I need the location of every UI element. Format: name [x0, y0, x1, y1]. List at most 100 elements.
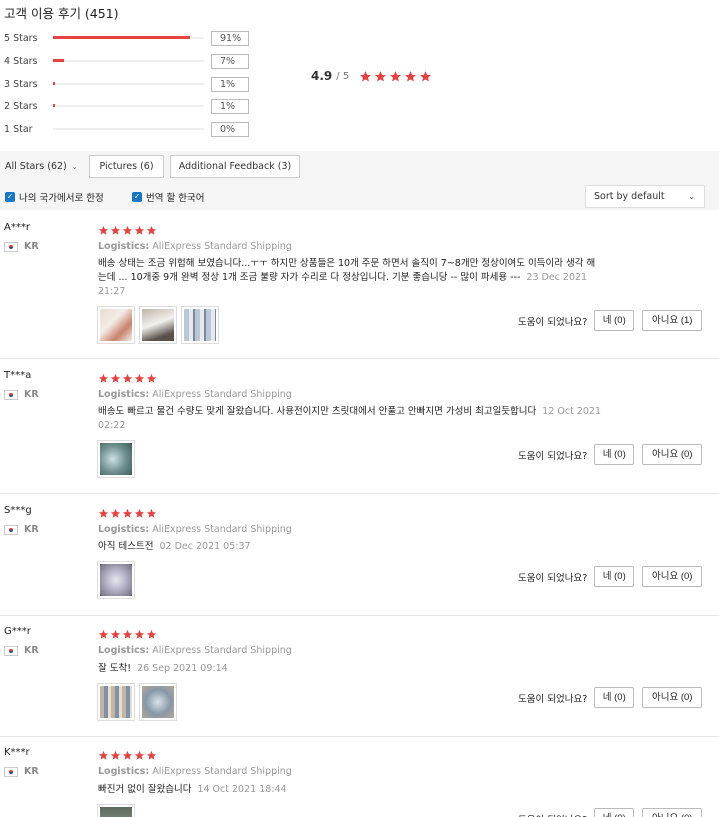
star-icon [134, 508, 145, 518]
rating-bar [53, 128, 204, 130]
review-photo[interactable] [97, 561, 135, 599]
logistics-info: Logistics: AliExpress Standard Shipping [98, 389, 292, 400]
translate-checkbox[interactable]: ✓ 번역 할 한국어 [132, 190, 204, 204]
star-icon [146, 508, 157, 518]
rating-percent: 1% [211, 76, 249, 92]
helpful-yes-button[interactable]: 네 (0) [594, 687, 635, 708]
helpful-no-button[interactable]: 아니요 (1) [642, 310, 703, 331]
rating-row-3[interactable]: 3 Stars 1% [4, 76, 249, 92]
korea-flag-icon [4, 524, 18, 535]
star-icon [134, 225, 145, 235]
reviewer-country: KR [4, 241, 39, 252]
reviewer-country: KR [4, 389, 39, 400]
rating-bar [53, 59, 204, 62]
translate-label: 번역 할 한국어 [146, 193, 205, 204]
review-photo[interactable] [97, 804, 135, 817]
review-text: 빠진거 없이 잘왔습니다 14 Oct 2021 18:44 [98, 784, 287, 795]
helpful-section: 도움이 되었나요? 네 (0) 아니요 (0) [518, 444, 703, 465]
rating-bar [53, 82, 204, 85]
star-icon [98, 750, 109, 760]
star-icon [420, 70, 432, 81]
korea-flag-icon [4, 241, 18, 252]
helpful-yes-button[interactable]: 네 (0) [594, 310, 635, 331]
review-photo[interactable] [97, 440, 135, 478]
sort-label: Sort by default [594, 191, 665, 202]
star-icon [122, 225, 133, 235]
helpful-label: 도움이 되었나요? [518, 450, 588, 462]
helpful-no-button[interactable]: 아니요 (0) [642, 444, 703, 465]
rating-label: 1 Star [4, 123, 33, 135]
helpful-yes-button[interactable]: 네 (0) [594, 808, 635, 817]
review-text: 아직 테스트전 02 Dec 2021 05:37 [98, 541, 251, 552]
helpful-no-button[interactable]: 아니요 (0) [642, 687, 703, 708]
average-stars [359, 70, 432, 83]
star-icon [110, 225, 121, 235]
rating-row-4[interactable]: 4 Stars 7% [4, 53, 249, 69]
rating-label: 4 Stars [4, 55, 38, 67]
rating-label: 5 Stars [4, 32, 38, 44]
reviewer-name: T***a [4, 370, 32, 381]
my-country-checkbox[interactable]: ✓ 나의 국가에서로 한정 [5, 190, 104, 204]
korea-flag-icon [4, 389, 18, 400]
helpful-label: 도움이 되었나요? [518, 812, 587, 817]
logistics-info: Logistics: AliExpress Standard Shipping [98, 766, 292, 777]
helpful-no-button[interactable]: 아니요 (0) [642, 808, 703, 817]
logistics-info: Logistics: AliExpress Standard Shipping [98, 524, 292, 535]
review-photos [97, 440, 135, 478]
helpful-yes-button[interactable]: 네 (0) [594, 444, 635, 465]
review-text: 잘 도착! 26 Sep 2021 09:14 [98, 663, 228, 674]
review-stars [98, 629, 157, 640]
star-icon [98, 373, 109, 383]
reviewer-country: KR [4, 524, 39, 535]
chevron-down-icon: ⌄ [688, 192, 695, 201]
review-photos [97, 561, 135, 599]
reviewer-name: A***r [4, 222, 30, 233]
logistics-info: Logistics: AliExpress Standard Shipping [98, 645, 292, 656]
review-photo[interactable] [97, 306, 135, 344]
helpful-section: 도움이 되었나요? 네 (0) 아니요 (0) [518, 687, 703, 708]
helpful-yes-button[interactable]: 네 (0) [594, 566, 635, 587]
all-stars-label: All Stars (62) [5, 161, 67, 172]
sort-select[interactable]: Sort by default ⌄ [585, 185, 705, 208]
logistics-info: Logistics: AliExpress Standard Shipping [98, 241, 292, 252]
rating-percent: 7% [211, 53, 249, 69]
helpful-section: 도움이 되었나요? 네 (0) 아니요 (0) [518, 566, 703, 587]
chevron-down-icon: ⌄ [71, 162, 78, 171]
review-photo[interactable] [139, 306, 177, 344]
review-text: 배송 상태는 조금 위험해 보였습니다...ㅜㅜ 하지만 상품들은 10개 주문… [98, 258, 596, 297]
review-photo[interactable] [97, 683, 135, 721]
review-photos [97, 804, 135, 817]
star-icon [122, 508, 133, 518]
rating-row-5[interactable]: 5 Stars 91% [4, 30, 249, 46]
star-icon [360, 70, 372, 81]
rating-label: 3 Stars [4, 78, 38, 90]
helpful-no-button[interactable]: 아니요 (0) [642, 566, 703, 587]
rating-bar [53, 104, 204, 107]
star-icon [98, 629, 109, 639]
additional-feedback-button[interactable]: Additional Feedback (3) [170, 155, 300, 178]
review-stars [98, 373, 157, 384]
rating-row-2[interactable]: 2 Stars 1% [4, 98, 249, 114]
average-value: 4.9 [311, 69, 333, 83]
rating-percent: 91% [211, 30, 249, 46]
reviewer-country: KR [4, 645, 39, 656]
helpful-section: 도움이 되었나요? 네 (0) 아니요 (1) [518, 310, 703, 331]
star-icon [98, 508, 109, 518]
star-icon [134, 373, 145, 383]
star-icon [98, 225, 109, 235]
pictures-filter-button[interactable]: Pictures (6) [89, 155, 164, 178]
review-item: K***r KR Logistics: AliExpress Standard … [0, 747, 719, 817]
filter-bar: All Stars (62) ⌄ Pictures (6) Additional… [0, 151, 719, 210]
rating-percent: 1% [211, 98, 249, 114]
rating-percent: 0% [211, 121, 249, 137]
review-item: A***r KR Logistics: AliExpress Standard … [0, 222, 719, 359]
rating-row-1[interactable]: 1 Star 0% [4, 121, 249, 137]
reviewer-name: G***r [4, 626, 31, 637]
review-photos [97, 683, 177, 721]
helpful-label: 도움이 되었나요? [518, 693, 588, 705]
all-stars-dropdown[interactable]: All Stars (62) ⌄ [5, 161, 78, 172]
review-photo[interactable] [181, 306, 219, 344]
star-icon [134, 629, 145, 639]
star-icon [405, 70, 417, 81]
review-photo[interactable] [139, 683, 177, 721]
